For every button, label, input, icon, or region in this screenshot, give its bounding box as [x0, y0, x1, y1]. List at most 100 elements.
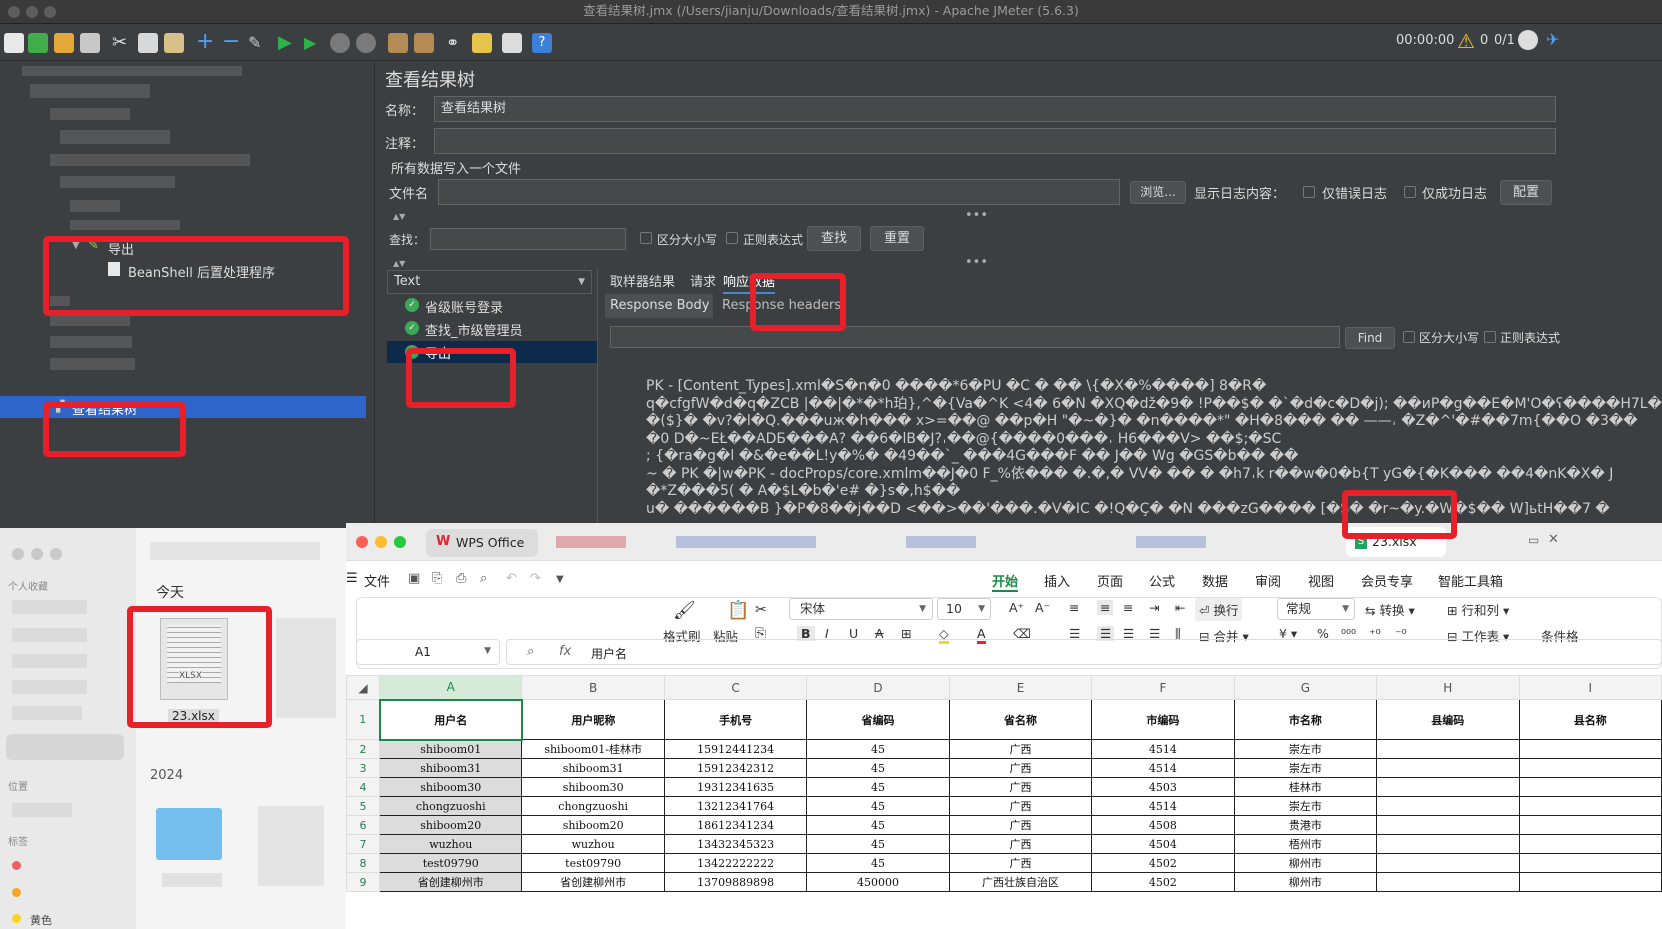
table-cell[interactable]: shiboom01: [379, 739, 523, 759]
table-cell[interactable]: wuzhou: [521, 834, 665, 854]
table-cell[interactable]: 市名称: [1233, 699, 1378, 740]
table-cell[interactable]: 18612341234: [663, 815, 808, 835]
table-cell[interactable]: 县名称: [1518, 699, 1662, 740]
errors-only-checkbox[interactable]: [1303, 186, 1315, 198]
table-cell[interactable]: 广西壮族自治区: [948, 872, 1093, 892]
print-icon[interactable]: ⎙: [456, 571, 466, 586]
configure-button[interactable]: 配置: [1500, 180, 1552, 205]
table-cell[interactable]: shiboom20: [379, 815, 523, 835]
yellow-tag-label[interactable]: 黄色: [30, 912, 52, 928]
yellow-tag-icon[interactable]: [12, 914, 21, 923]
formula-bar[interactable]: ⌕ fx 用户名: [506, 639, 1662, 665]
table-cell[interactable]: 柳州市: [1233, 872, 1378, 892]
case-sensitive-checkbox[interactable]: [640, 232, 652, 244]
remote-icon[interactable]: [1518, 30, 1538, 50]
table-cell[interactable]: [1376, 853, 1520, 873]
preview-icon[interactable]: ⌕: [480, 571, 487, 586]
table-cell[interactable]: 45: [806, 796, 950, 816]
table-cell[interactable]: chongzuoshi: [379, 796, 523, 816]
logger-icon[interactable]: ✈: [1546, 30, 1559, 49]
table-cell[interactable]: [1518, 834, 1662, 854]
table-cell[interactable]: 13432345323: [663, 834, 808, 854]
save-icon[interactable]: [80, 33, 100, 53]
table-cell[interactable]: 广西: [948, 853, 1093, 873]
table-cell[interactable]: 19312341635: [663, 777, 808, 797]
function-icon[interactable]: fx: [559, 644, 571, 659]
cut-icon[interactable]: ✂: [755, 602, 767, 618]
table-cell[interactable]: [1376, 739, 1520, 759]
row-number[interactable]: 9: [345, 872, 381, 892]
tab-sampler-result[interactable]: 取样器结果: [610, 271, 675, 290]
tab-smart-tools[interactable]: 智能工具箱: [1438, 571, 1503, 590]
wrap-button[interactable]: ⏎ 换行: [1195, 598, 1243, 621]
column-header[interactable]: A: [379, 675, 523, 701]
table-cell[interactable]: 市编码: [1091, 699, 1235, 740]
table-cell[interactable]: 县编码: [1376, 699, 1520, 740]
table-cell[interactable]: 15912441234: [663, 739, 808, 759]
table-cell[interactable]: shiboom01-桂林市: [521, 739, 665, 759]
save-icon[interactable]: ▣: [408, 571, 420, 586]
close-dot[interactable]: [356, 536, 368, 548]
cell-ref-box[interactable]: A1 ▼: [356, 639, 500, 665]
column-header[interactable]: H: [1376, 675, 1520, 700]
orange-tag-icon[interactable]: [12, 888, 21, 897]
column-header[interactable]: I: [1518, 675, 1662, 700]
table-cell[interactable]: [1518, 758, 1662, 778]
sample-item-1[interactable]: 省级账号登录: [425, 297, 503, 316]
table-cell[interactable]: 省创建柳州市: [521, 872, 665, 892]
close-icon[interactable]: ✕: [1548, 532, 1559, 547]
table-cell[interactable]: [1376, 796, 1520, 816]
regex-checkbox-2[interactable]: [1484, 331, 1496, 343]
name-input[interactable]: 查看结果树: [434, 96, 1556, 122]
reset-search-icon[interactable]: [472, 33, 492, 53]
clear-icon[interactable]: [388, 33, 408, 53]
search-icon[interactable]: ⚭: [446, 33, 466, 53]
menu-file[interactable]: 文件: [364, 571, 390, 590]
table-cell[interactable]: 45: [806, 853, 950, 873]
table-cell[interactable]: 45: [806, 815, 950, 835]
window-icon[interactable]: ▭: [1528, 533, 1539, 547]
sample-item-2[interactable]: 查找_市级管理员: [425, 320, 523, 339]
function-helper-icon[interactable]: [502, 33, 522, 53]
column-header[interactable]: D: [806, 675, 950, 700]
column-header[interactable]: F: [1091, 675, 1235, 700]
hamburger-icon[interactable]: ☰: [346, 571, 358, 586]
table-cell[interactable]: [1376, 872, 1520, 892]
table-cell[interactable]: 13709889898: [663, 872, 808, 892]
table-cell[interactable]: test09790: [521, 853, 665, 873]
table-cell[interactable]: [1518, 777, 1662, 797]
table-cell[interactable]: [1376, 758, 1520, 778]
new-icon[interactable]: [4, 33, 24, 53]
redo-icon[interactable]: ↷: [530, 571, 541, 586]
table-cell[interactable]: 崇左市: [1233, 758, 1378, 778]
minimize-dot[interactable]: [31, 548, 43, 560]
zoom-icon[interactable]: ⌕: [527, 644, 534, 659]
table-cell[interactable]: 省名称: [948, 699, 1093, 740]
table-cell[interactable]: shiboom31: [521, 758, 665, 778]
tab-formula[interactable]: 公式: [1149, 571, 1175, 590]
row-number[interactable]: 6: [345, 815, 381, 835]
open-icon[interactable]: [54, 33, 74, 53]
table-cell[interactable]: 梧州市: [1233, 834, 1378, 854]
table-cell[interactable]: shiboom30: [521, 777, 665, 797]
table-cell[interactable]: [1518, 872, 1662, 892]
indent-icon[interactable]: ⇥: [1149, 600, 1159, 615]
format-painter-icon[interactable]: 🖌: [673, 600, 696, 621]
undo-icon[interactable]: ↶: [506, 571, 517, 586]
table-cell[interactable]: 450000: [806, 872, 950, 892]
reset-button[interactable]: 重置: [870, 226, 924, 251]
table-cell[interactable]: 13212341764: [663, 796, 808, 816]
minimize-dot[interactable]: [375, 536, 387, 548]
shutdown-icon[interactable]: [356, 33, 376, 53]
table-cell[interactable]: [1518, 853, 1662, 873]
table-cell[interactable]: chongzuoshi: [521, 796, 665, 816]
increase-font-icon[interactable]: A⁺: [1009, 600, 1024, 615]
table-cell[interactable]: 省创建柳州市: [379, 872, 523, 892]
table-cell[interactable]: 4514: [1091, 739, 1235, 759]
chevron-down-icon[interactable]: ▼: [556, 574, 564, 585]
row-number[interactable]: 3: [345, 758, 381, 778]
table-cell[interactable]: 4504: [1091, 834, 1235, 854]
table-cell[interactable]: 45: [806, 777, 950, 797]
number-format-select[interactable]: 常规 ▼: [1277, 598, 1355, 620]
table-cell[interactable]: 广西: [948, 815, 1093, 835]
